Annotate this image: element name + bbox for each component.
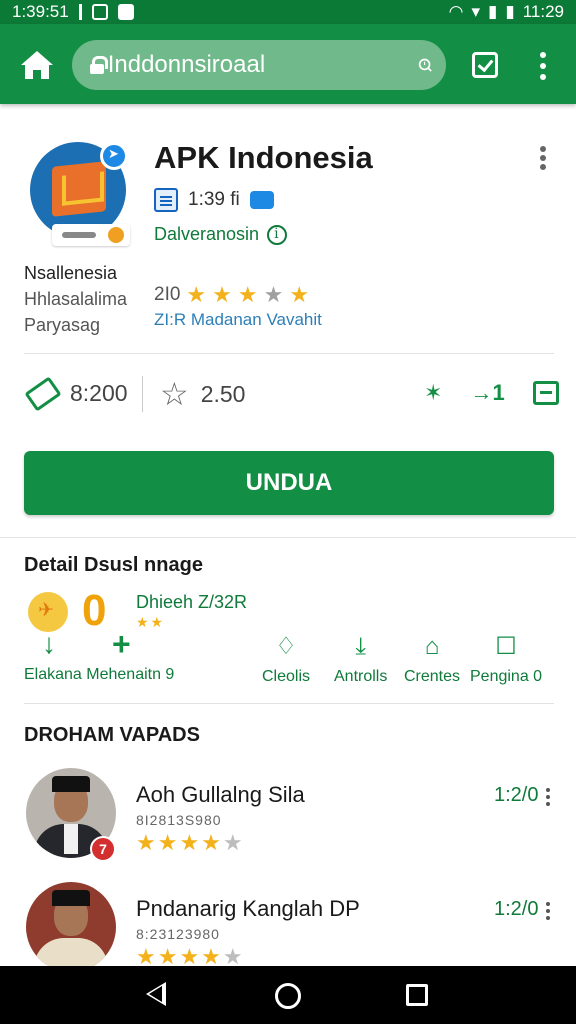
stats-row: 8:200 ☆ 2.50 ✶ →1 [0, 356, 576, 436]
blue-tag-icon [249, 191, 274, 209]
status-time-left: 1:39:51 [12, 2, 69, 21]
bag-icon: ⌂ [424, 633, 440, 660]
details-heading: Dhieeh Z/32R [136, 592, 248, 612]
divider [24, 703, 554, 704]
coin-icon [28, 592, 68, 632]
list-item-stars: ★★★★★ [136, 830, 245, 855]
app-meta-row: 1:39 fi [154, 188, 274, 212]
developer-link[interactable]: Dalveranosin [154, 224, 288, 245]
status-time-right: 11:29 [522, 2, 564, 21]
forward-arrow-icon[interactable]: →1 [470, 380, 504, 406]
details-item-pengina[interactable]: ☐ Pengina 0 [470, 632, 542, 686]
stat-separator [142, 376, 143, 412]
details-stars: ★★ [136, 614, 166, 630]
system-nav-bar [0, 966, 576, 1024]
details-block: 0 Dhieeh Z/32R ★★ ↓ + Elakana Mehenaitn … [0, 584, 576, 694]
battery-icon: ▮ [505, 2, 515, 21]
details-item-label: Crentes [404, 668, 461, 685]
status-bar: 1:39:51 ◠ ▾ ▮ ▮ 11:29 [0, 0, 576, 24]
url-input[interactable] [107, 51, 418, 79]
browser-menu-icon[interactable] [536, 52, 550, 80]
star-icon: ★ [289, 282, 310, 307]
info-icon[interactable] [267, 224, 288, 245]
app-header: APK Indonesia 1:39 fi Dalveranosin Nsall… [0, 104, 576, 354]
list-item-menu-icon[interactable] [544, 788, 552, 806]
back-icon[interactable] [146, 982, 166, 1006]
app-title: APK Indonesia [154, 140, 373, 175]
list-item-subtitle: 8I2813S980 [136, 812, 222, 828]
details-section-title: Detail Dsusl nnage [24, 554, 203, 576]
tag-value: 8:200 [70, 380, 128, 406]
signal-icon: ▾ [471, 2, 480, 21]
star-empty-icon: ★ [263, 282, 284, 307]
list-item[interactable]: 7 Aoh Gullalng Sila 8I2813S980 ★★★★★ 1:2… [0, 768, 576, 878]
install-button[interactable]: UNDUA [24, 451, 554, 515]
notification-photo-icon [117, 4, 134, 20]
reviews-section-title: DROHAM VAPADS [24, 724, 200, 746]
details-item-label: Pengina 0 [470, 668, 543, 685]
app-left-name: Nsallenesia [24, 263, 118, 283]
app-left-line3: Paryasag [24, 315, 101, 335]
notification-app-icon [91, 4, 108, 20]
cell-bars-icon: ▮ [488, 2, 498, 21]
details-item-antrolls[interactable]: ⤓ Antrolls [334, 632, 387, 686]
tag-icon [24, 375, 62, 412]
list-item-count: 1:2/0 [494, 784, 539, 806]
app-meta-text: 1:39 fi [188, 189, 240, 210]
rating-subtitle: ZI:R Madanan Vavahit [154, 310, 322, 329]
browser-toolbar [0, 24, 576, 104]
details-big-value: 0 [82, 586, 107, 635]
star-icon: ★ [237, 282, 258, 307]
notification-bar-icon [78, 4, 82, 20]
home-circle-icon[interactable] [275, 983, 301, 1009]
list-item-title: Pndanarig Kanglah DP [136, 896, 360, 921]
download-tray-icon: ⤓ [355, 633, 366, 660]
star-icon: ★ [212, 282, 232, 307]
list-item-title: Aoh Gullalng Sila [136, 782, 305, 807]
document-icon [154, 188, 178, 212]
app-left-line2: Hhlasalalima [24, 289, 128, 309]
tabs-checkbox-icon[interactable] [472, 52, 498, 78]
stat-actions: ✶ →1 [424, 380, 559, 406]
rating-value: 2I0 [154, 284, 181, 305]
minimize-box-icon[interactable] [532, 381, 559, 405]
forward-count: 1 [492, 380, 505, 405]
app-rating: 2I0 ★ ★ ★ ★ ★ [154, 284, 309, 306]
url-bar[interactable] [72, 40, 446, 90]
app-logo-icon [30, 142, 130, 246]
divider [0, 537, 576, 538]
avatar [26, 882, 116, 972]
star-stat-value: 2.50 [200, 380, 246, 407]
wifi-icon: ◠ [448, 2, 464, 21]
shield-leaf-icon: ♢ [275, 633, 297, 660]
star-outline-icon: ☆ [160, 376, 189, 412]
lock-icon [90, 56, 108, 74]
details-left-label: Elakana Mehenaitn 9 [24, 666, 175, 683]
price-tag-stat[interactable]: 8:200 [24, 375, 128, 412]
details-item-cleolis[interactable]: ♢ Cleolis [262, 632, 310, 686]
star-stat[interactable]: ☆ 2.50 [160, 378, 245, 410]
details-item-label: Cleolis [262, 668, 311, 685]
list-item-menu-icon[interactable] [544, 902, 552, 920]
download-arrow-icon[interactable]: ↓ [42, 628, 56, 660]
list-item-subtitle: 8:23123980 [136, 926, 220, 942]
list-item-count: 1:2/0 [494, 898, 539, 920]
add-icon[interactable]: + [112, 626, 131, 663]
details-item-crentes[interactable]: ⌂ Crentes [404, 632, 460, 686]
home-icon[interactable] [20, 50, 54, 80]
app-left-info: Nsallenesia Hhlasalalima Paryasag [24, 260, 127, 338]
details-item-label: Antrolls [334, 668, 388, 685]
chat-bubble-icon: ☐ [495, 633, 517, 660]
app-overflow-menu-icon[interactable] [536, 146, 550, 170]
notification-badge: 7 [90, 836, 116, 862]
star-icon: ★ [186, 282, 207, 307]
search-icon[interactable] [418, 52, 432, 78]
developer-name[interactable]: Dalveranosin [154, 224, 259, 245]
recent-apps-icon[interactable] [406, 984, 428, 1006]
divider [24, 353, 554, 354]
share-arrows-icon[interactable]: ✶ [424, 380, 442, 406]
